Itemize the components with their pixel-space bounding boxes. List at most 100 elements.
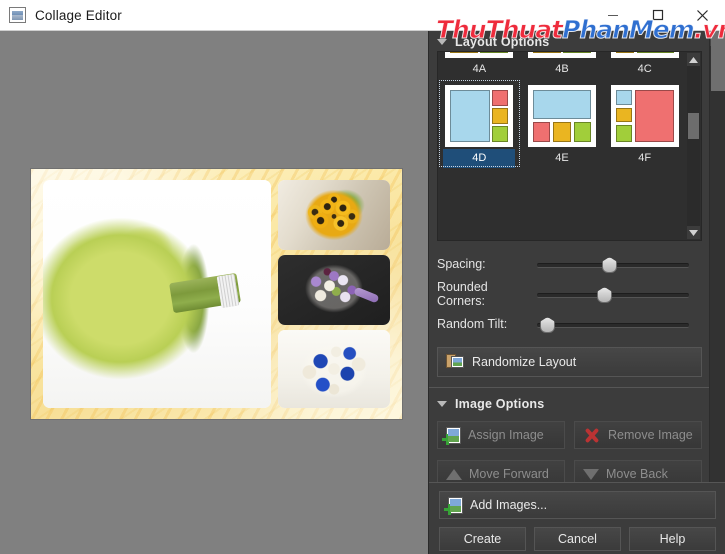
image-options-title: Image Options xyxy=(455,396,545,411)
layout-cell xyxy=(553,122,571,142)
dialog-buttons: Create Cancel Help xyxy=(439,527,716,551)
move-back-label: Move Back xyxy=(606,467,668,481)
randomize-layout-button[interactable]: Randomize Layout xyxy=(437,347,702,377)
maximize-button[interactable] xyxy=(635,0,680,31)
randomize-layout-label: Randomize Layout xyxy=(472,355,577,369)
layout-thumbnail-preview xyxy=(445,52,514,58)
options-panel: Layout Options 4A 4B 4C 4D 4E 4F Spacing: Roun… xyxy=(428,31,725,554)
layout-cell xyxy=(636,52,674,53)
window-controls xyxy=(590,0,725,31)
layout-cell xyxy=(492,108,509,124)
collage-editor-window: Collage Editor Layout Options 4A 4B 4C 4… xyxy=(0,0,725,554)
layout-cell xyxy=(615,52,635,53)
title-bar: Collage Editor xyxy=(0,0,725,31)
spacing-slider[interactable] xyxy=(537,257,689,273)
layout-thumbnail-preview xyxy=(610,85,679,147)
blue-white-roses-image xyxy=(278,330,390,408)
layout-thumbnail-4F[interactable]: 4F xyxy=(603,79,686,168)
layout-thumbnail-4C[interactable]: 4C xyxy=(603,52,686,79)
options-panel-scrollbar[interactable] xyxy=(709,31,725,554)
layout-cell xyxy=(492,126,509,142)
layout-options-header[interactable]: Layout Options xyxy=(429,31,710,52)
layout-cell xyxy=(492,90,509,106)
bouquet-handle xyxy=(353,287,380,304)
purple-white-bouquet-image xyxy=(278,255,390,325)
random-tilt-slider[interactable] xyxy=(537,317,689,333)
layout-thumbnail-label: 4E xyxy=(555,152,569,164)
remove-image-label: Remove Image xyxy=(608,428,693,442)
randomize-layout-icon xyxy=(446,354,465,370)
caret-down-icon xyxy=(437,38,447,45)
layout-cell xyxy=(573,122,591,142)
layout-thumbnail-4A[interactable]: 4A xyxy=(438,52,521,79)
layout-thumbnail-list[interactable]: 4A 4B 4C 4D 4E 4F xyxy=(437,51,702,241)
triangle-down-icon xyxy=(583,468,599,480)
spacing-label: Spacing: xyxy=(437,257,486,271)
layout-thumbnail-label: 4F xyxy=(638,152,652,164)
add-images-icon xyxy=(444,496,463,515)
layout-scroll-down-icon[interactable] xyxy=(687,226,700,239)
app-image-icon xyxy=(9,7,26,23)
layout-cell xyxy=(532,90,591,120)
layout-cell xyxy=(615,107,632,123)
section-divider xyxy=(429,387,710,388)
close-button[interactable] xyxy=(680,0,725,31)
layout-scroll-up-icon[interactable] xyxy=(687,53,700,66)
layout-thumbnail-preview xyxy=(527,85,596,147)
minimize-button[interactable] xyxy=(590,0,635,31)
layout-thumbnail-4B[interactable]: 4B xyxy=(521,52,604,79)
layout-scroll-thumb[interactable] xyxy=(688,113,699,139)
assign-image-icon xyxy=(442,426,461,445)
layout-thumbnail-label: 4B xyxy=(555,63,569,75)
collage-photo-main[interactable] xyxy=(43,180,271,408)
random-tilt-label: Random Tilt: xyxy=(437,317,508,331)
remove-image-button[interactable]: Remove Image xyxy=(574,421,702,449)
collage-photo-right-top[interactable] xyxy=(278,180,390,250)
caret-down-icon xyxy=(437,400,447,407)
collage-photo-right-middle[interactable] xyxy=(278,255,390,325)
layout-cell xyxy=(563,52,591,53)
layout-cell xyxy=(532,52,561,53)
window-title: Collage Editor xyxy=(35,7,122,23)
panel-scroll-track[interactable] xyxy=(710,46,725,539)
layout-scroll-track[interactable] xyxy=(687,66,700,226)
image-options-header[interactable]: Image Options xyxy=(429,393,544,414)
layout-cell xyxy=(450,90,490,142)
layout-thumbnail-label: 4C xyxy=(637,63,652,75)
collage-preview[interactable] xyxy=(31,169,402,419)
layout-thumbnail-4D[interactable]: 4D xyxy=(438,79,521,168)
layout-thumbnail-preview xyxy=(445,85,514,147)
create-button[interactable]: Create xyxy=(439,527,526,551)
help-button[interactable]: Help xyxy=(629,527,716,551)
triangle-up-icon xyxy=(446,468,462,480)
panel-scroll-thumb[interactable] xyxy=(711,31,725,91)
add-images-label: Add Images... xyxy=(470,498,548,512)
slider-track[interactable] xyxy=(537,323,689,328)
layout-cell xyxy=(532,122,551,142)
collage-canvas[interactable] xyxy=(0,31,428,554)
layout-thumbnail-4E[interactable]: 4E xyxy=(521,79,604,168)
slider-knob[interactable] xyxy=(597,287,612,303)
move-forward-label: Move Forward xyxy=(469,467,549,481)
sunflower-bouquet-image xyxy=(278,180,390,250)
layout-thumbnail-label: 4A xyxy=(472,63,487,75)
slider-row-spacing: Spacing: xyxy=(437,253,689,275)
slider-knob[interactable] xyxy=(540,317,555,333)
options-panel-scroll-area: Layout Options 4A 4B 4C 4D 4E 4F Spacing: Roun… xyxy=(429,31,710,554)
layout-options-title: Layout Options xyxy=(455,34,550,49)
cancel-button[interactable]: Cancel xyxy=(534,527,621,551)
slider-row-random-tilt: Random Tilt: xyxy=(437,313,689,335)
assign-image-button[interactable]: Assign Image xyxy=(437,421,565,449)
collage-photo-right-bottom[interactable] xyxy=(278,330,390,408)
layout-thumbnail-preview xyxy=(610,52,679,58)
remove-image-x-icon xyxy=(583,427,601,444)
add-images-button[interactable]: Add Images... xyxy=(439,491,716,519)
slider-knob[interactable] xyxy=(602,257,617,273)
rounded-corners-slider[interactable] xyxy=(537,287,689,303)
rounded-corners-label: Rounded Corners: xyxy=(437,280,488,308)
slider-track[interactable] xyxy=(537,293,689,298)
layout-thumbnail-preview xyxy=(527,52,596,58)
green-cymbidium-bouquet-image xyxy=(43,180,271,408)
layout-list-scrollbar[interactable] xyxy=(687,53,700,239)
layout-cell xyxy=(615,125,632,142)
